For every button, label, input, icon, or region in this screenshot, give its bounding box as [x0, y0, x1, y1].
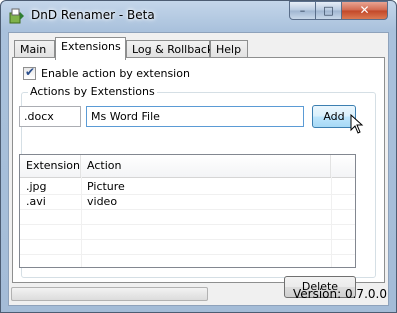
extensions-panel: ✔ Enable action by extension Actions by … — [12, 57, 385, 298]
close-button[interactable]: ✕ — [341, 1, 388, 20]
grid-line — [20, 239, 355, 240]
list-item-extension: .jpg — [26, 180, 47, 193]
grid-line — [20, 209, 355, 210]
grid-line — [20, 194, 355, 195]
grid-line — [20, 254, 355, 255]
list-item-action: Picture — [87, 180, 125, 193]
actions-groupbox: Actions by Extenstions .docx Ms Word Fil… — [19, 85, 376, 298]
title-bar[interactable]: DnD Renamer - Beta – □ ✕ — [1, 1, 396, 31]
list-item-extension: .avi — [26, 195, 46, 208]
client-area: Main Extensions Log & Rollback Help ✔ En… — [8, 32, 389, 306]
mouse-cursor-icon — [350, 114, 364, 134]
enable-action-checkbox[interactable]: ✔ — [23, 65, 36, 80]
column-action[interactable]: Action — [81, 155, 331, 177]
grid-line — [81, 177, 82, 267]
app-window: DnD Renamer - Beta – □ ✕ Main Extensions… — [0, 0, 397, 313]
column-extension[interactable]: Extension — [20, 155, 81, 177]
window-title: DnD Renamer - Beta — [31, 8, 155, 22]
maximize-button[interactable]: □ — [315, 1, 342, 20]
list-item[interactable]: .jpg Picture — [20, 180, 355, 194]
version-label: Version: 0.7.0.0 — [293, 287, 387, 301]
list-header: Extension Action — [20, 155, 355, 178]
group-title: Actions by Extenstions — [28, 85, 157, 98]
enable-action-label[interactable]: Enable action by extension — [41, 67, 190, 80]
extension-input[interactable]: .docx — [19, 106, 81, 127]
extension-input-value: docx — [27, 110, 54, 123]
status-bar: Version: 0.7.0.0 — [9, 283, 388, 305]
extensions-list[interactable]: Extension Action .jpg Picture .avi video — [19, 154, 356, 268]
checkmark-icon: ✔ — [25, 65, 36, 79]
list-item[interactable]: .avi video — [20, 195, 355, 209]
tab-extensions[interactable]: Extensions — [55, 37, 126, 60]
action-input[interactable]: Ms Word File — [86, 106, 304, 127]
app-icon — [9, 8, 24, 24]
minimize-button[interactable]: – — [289, 1, 316, 20]
progress-bar — [11, 287, 208, 301]
grid-line — [20, 224, 355, 225]
list-item-action: video — [87, 195, 118, 208]
grid-line — [331, 177, 332, 267]
